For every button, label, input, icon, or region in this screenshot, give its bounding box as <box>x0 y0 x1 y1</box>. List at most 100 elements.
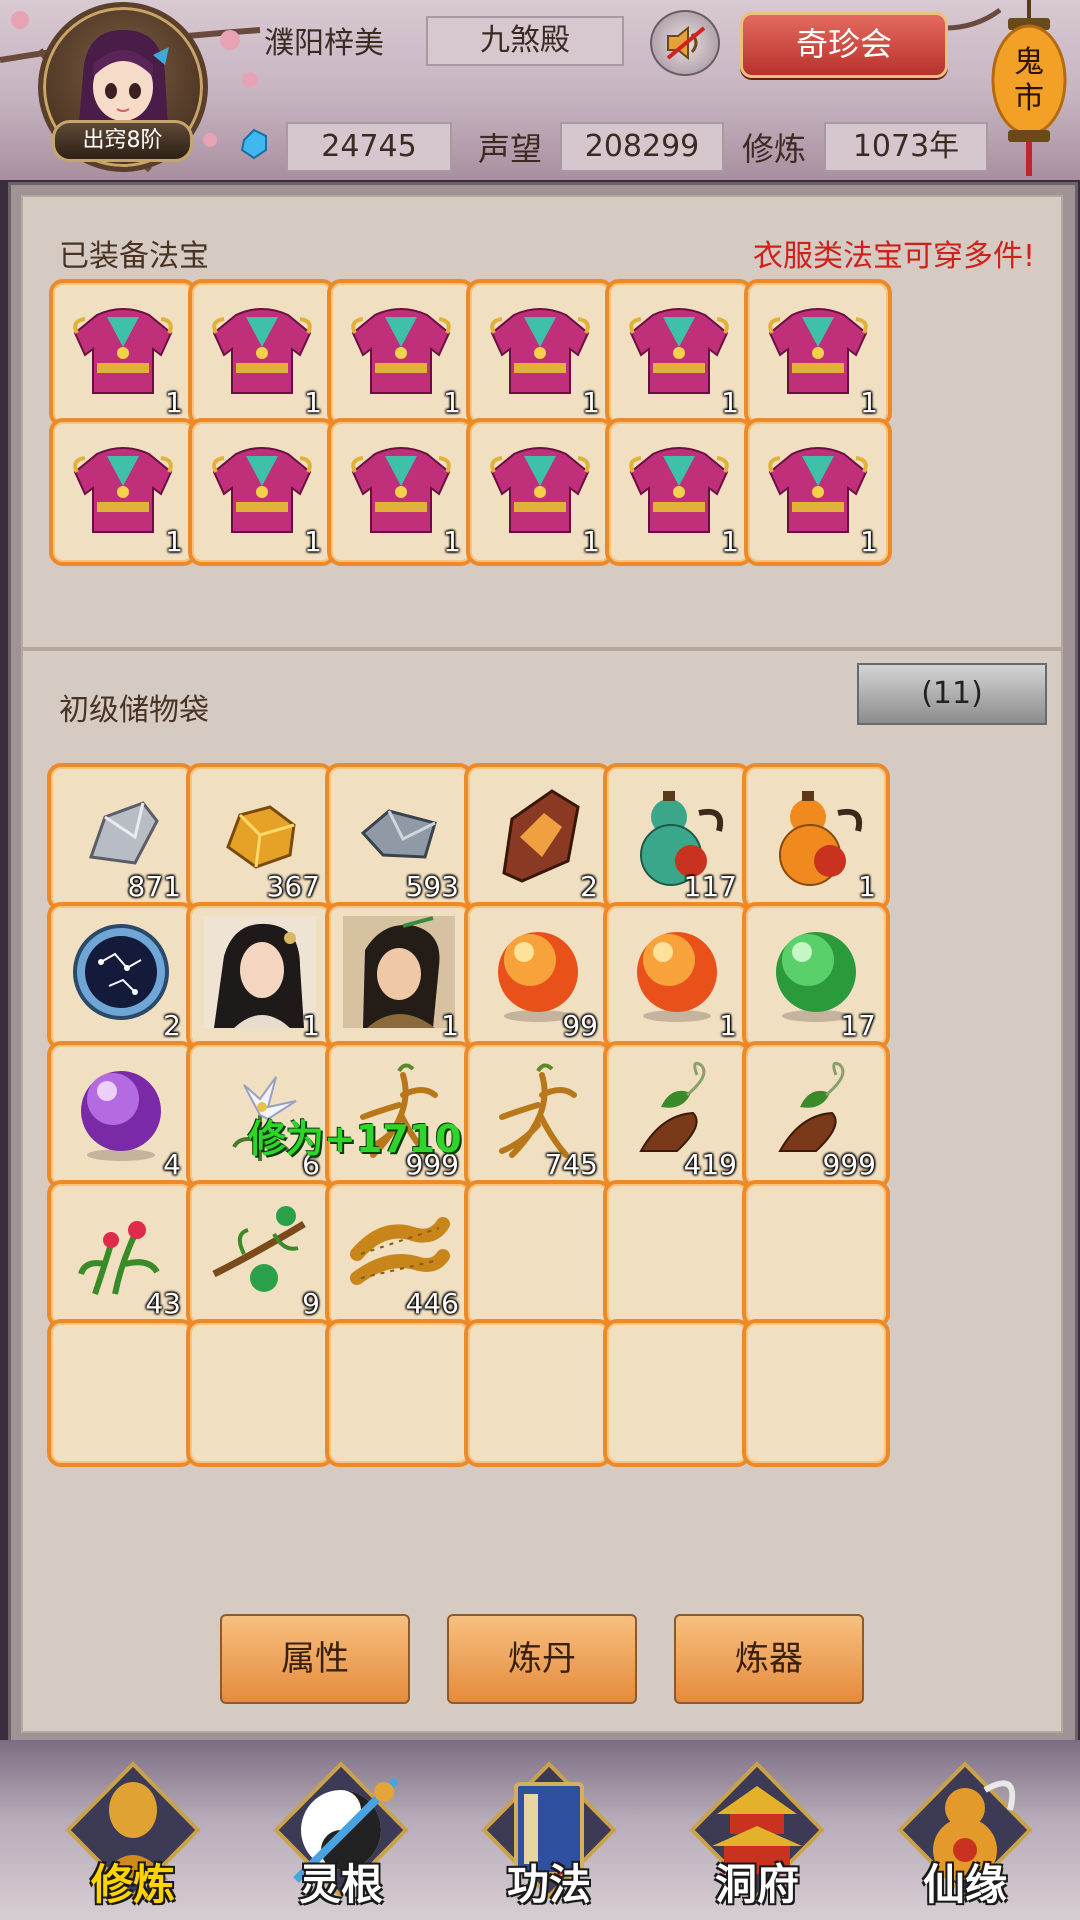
nav-cave[interactable]: 洞府 <box>672 1750 842 1920</box>
item-quantity: 43 <box>145 1287 181 1320</box>
armor-icon <box>73 447 173 533</box>
armor-icon <box>629 308 729 394</box>
attributes-button[interactable]: 属性 <box>220 1614 410 1704</box>
armor-icon <box>351 447 451 533</box>
nav-destiny-label: 仙缘 <box>922 1860 1007 1909</box>
bag-slot[interactable] <box>464 1319 612 1467</box>
treasure-auction-button[interactable]: 奇珍会 <box>740 12 948 78</box>
equipped-slot[interactable]: 1 <box>49 418 197 566</box>
equipped-slot[interactable]: 1 <box>744 418 892 566</box>
bag-slot[interactable]: 1 <box>186 902 334 1050</box>
bag-slot[interactable]: 4 <box>47 1041 195 1189</box>
spirit-stone-icon <box>240 128 267 160</box>
bag-slot[interactable] <box>603 1319 751 1467</box>
bag-slot[interactable]: 745 <box>464 1041 612 1189</box>
refining-button[interactable]: 炼器 <box>674 1614 864 1704</box>
bag-slot[interactable] <box>742 1180 890 1328</box>
female-portrait-icon <box>204 916 316 1028</box>
nav-spirit-root[interactable]: 灵根 <box>256 1750 426 1920</box>
equipped-slot[interactable]: 1 <box>744 279 892 427</box>
item-quantity: 1 <box>443 386 461 419</box>
item-quantity: 9 <box>302 1287 320 1320</box>
item-quantity: 1 <box>858 870 876 903</box>
bag-slot[interactable]: 446 <box>325 1180 473 1328</box>
bottom-nav-bar: 修炼 灵根 功法 洞府 仙缘 <box>0 1740 1080 1920</box>
item-quantity: 446 <box>405 1287 459 1320</box>
item-quantity: 1 <box>721 386 739 419</box>
armor-icon <box>73 308 173 394</box>
equipped-slot[interactable]: 1 <box>49 279 197 427</box>
bag-slot[interactable]: 1 <box>325 902 473 1050</box>
bag-slot[interactable] <box>464 1180 612 1328</box>
sound-toggle-button[interactable] <box>650 10 720 76</box>
equipped-slot[interactable]: 1 <box>188 279 336 427</box>
item-quantity: 1 <box>860 525 878 558</box>
equipped-slot[interactable]: 1 <box>327 418 475 566</box>
item-quantity: 1 <box>441 1009 459 1042</box>
lantern-char-1: 鬼 <box>1014 45 1044 80</box>
bag-slot[interactable]: 593 <box>325 763 473 911</box>
bag-slot[interactable] <box>186 1319 334 1467</box>
bag-slot[interactable]: 1 <box>603 902 751 1050</box>
nav-cultivate[interactable]: 修炼 <box>48 1750 218 1920</box>
reputation-value: 208299 <box>560 122 724 172</box>
nav-cultivate-label: 修炼 <box>90 1860 175 1909</box>
item-quantity: 17 <box>840 1009 876 1042</box>
inventory-panel: 已装备法宝 衣服类法宝可穿多件! 1 1 1 1 1 1 1 1 1 1 1 1 初级储物袋 (11)… <box>8 182 1078 1744</box>
bag-slot[interactable] <box>325 1319 473 1467</box>
item-quantity: 745 <box>544 1148 598 1181</box>
item-quantity: 1 <box>582 525 600 558</box>
bag-slot[interactable] <box>742 1319 890 1467</box>
alchemy-button[interactable]: 炼丹 <box>447 1614 637 1704</box>
nav-techniques-label: 功法 <box>506 1860 591 1909</box>
equipped-slot[interactable]: 1 <box>188 418 336 566</box>
nav-techniques[interactable]: 功法 <box>464 1750 634 1920</box>
bag-slot[interactable]: 9 <box>186 1180 334 1328</box>
bag-slot[interactable]: 43 <box>47 1180 195 1328</box>
item-quantity: 1 <box>302 1009 320 1042</box>
bag-slot[interactable]: 419 <box>603 1041 751 1189</box>
item-quantity: 593 <box>405 870 459 903</box>
item-quantity: 871 <box>127 870 181 903</box>
ghost-market-lantern[interactable]: 鬼 市 <box>990 0 1068 176</box>
nav-destiny[interactable]: 仙缘 <box>880 1750 1050 1920</box>
armor-icon <box>490 447 590 533</box>
lantern-char-2: 市 <box>1014 81 1044 116</box>
item-quantity: 1 <box>165 386 183 419</box>
bag-slot[interactable]: 367 <box>186 763 334 911</box>
equipped-slot[interactable]: 1 <box>466 279 614 427</box>
item-quantity: 1 <box>721 525 739 558</box>
equipped-slot[interactable]: 1 <box>605 418 753 566</box>
item-quantity: 1 <box>165 525 183 558</box>
bag-slot[interactable] <box>603 1180 751 1328</box>
cultivation-years-value: 1073年 <box>824 122 988 172</box>
player-name: 濮阳梓美 <box>264 26 384 61</box>
item-quantity: 419 <box>683 1148 737 1181</box>
bag-slot[interactable]: 99 <box>464 902 612 1050</box>
bag-slot[interactable]: 999 <box>742 1041 890 1189</box>
bag-slot[interactable]: 17 <box>742 902 890 1050</box>
item-quantity: 2 <box>580 870 598 903</box>
equipped-slot[interactable]: 1 <box>605 279 753 427</box>
bag-slot[interactable]: 117 <box>603 763 751 911</box>
armor-icon <box>212 447 312 533</box>
equipped-slot[interactable]: 1 <box>466 418 614 566</box>
bag-slot[interactable]: 2 <box>47 902 195 1050</box>
bag-slot[interactable] <box>47 1319 195 1467</box>
item-quantity: 1 <box>304 525 322 558</box>
item-quantity: 1 <box>719 1009 737 1042</box>
armor-icon <box>768 308 868 394</box>
reputation-label: 声望 <box>478 130 543 168</box>
bag-capacity-button[interactable]: (11) <box>857 663 1047 725</box>
armor-icon <box>768 447 868 533</box>
equipped-hint: 衣服类法宝可穿多件! <box>752 239 1035 274</box>
bag-slot[interactable]: 2 <box>464 763 612 911</box>
item-quantity: 367 <box>266 870 320 903</box>
bag-slot[interactable]: 1 <box>742 763 890 911</box>
cultivation-label: 修炼 <box>742 130 807 168</box>
armor-icon <box>490 308 590 394</box>
equipped-slot[interactable]: 1 <box>327 279 475 427</box>
star-disc-icon <box>73 924 169 1020</box>
nav-cave-label: 洞府 <box>714 1860 799 1909</box>
bag-slot[interactable]: 871 <box>47 763 195 911</box>
